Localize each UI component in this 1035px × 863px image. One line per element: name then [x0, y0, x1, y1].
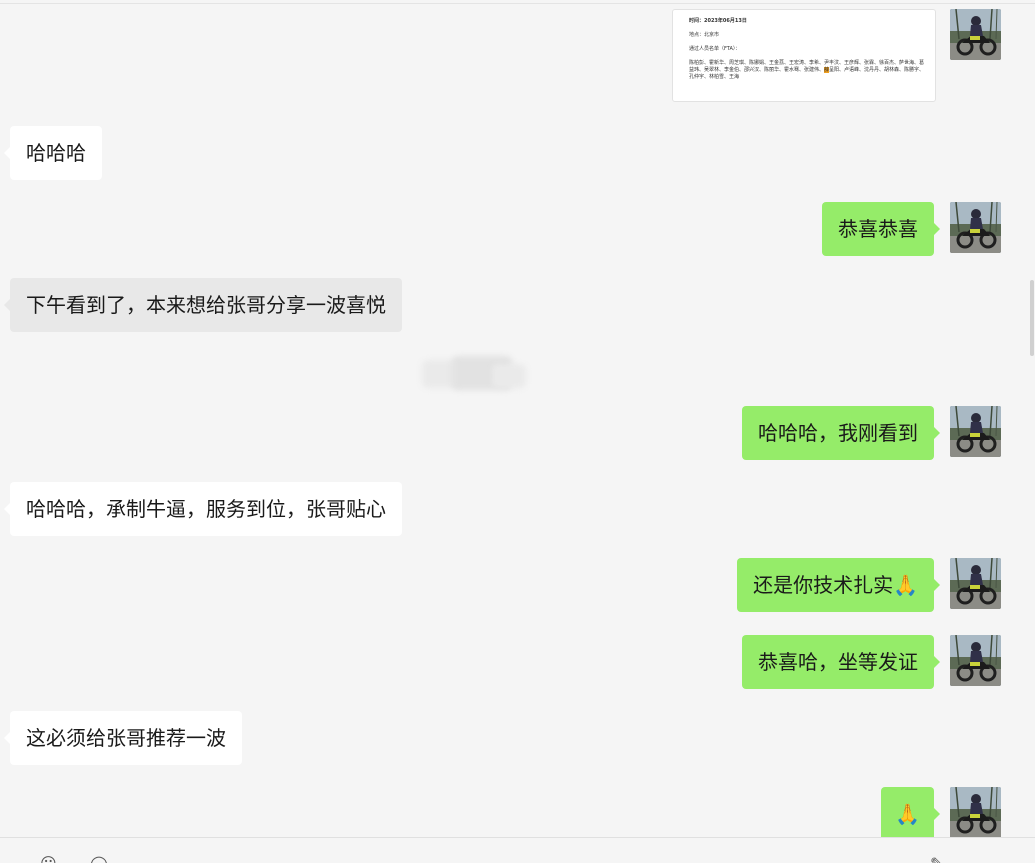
incoming-message-bubble[interactable]: 这必须给张哥推荐一波 — [4, 711, 242, 765]
redacted-blurred-message — [422, 356, 526, 392]
message-text: 恭喜恭喜 — [838, 217, 918, 241]
pray-emoji-icon: 🙏 — [893, 573, 918, 597]
self-avatar[interactable] — [950, 406, 1001, 457]
outgoing-message-bubble[interactable]: 还是你技术扎实🙏 — [737, 558, 940, 612]
doc-names: 陈柏彭、霍新华、周芝琪、陈娜娟、王金荔、王宏涛、李希、尹丰汶、王彦辉、张霖、徐百… — [689, 60, 925, 81]
message-text: 下午看到了，本来想给张哥分享一波喜悦 — [26, 293, 386, 317]
message-text: 哈哈哈，承制牛逼，服务到位，张哥贴心 — [26, 497, 386, 521]
self-avatar[interactable] — [950, 9, 1001, 60]
self-avatar[interactable] — [950, 635, 1001, 686]
message-text: 还是你技术扎实 — [753, 573, 894, 597]
outgoing-message-bubble[interactable]: 哈哈哈，我刚看到 — [742, 406, 940, 460]
doc-time-line: 时间：2023年06月13日 — [689, 18, 747, 24]
self-avatar[interactable] — [950, 558, 1001, 609]
doc-place-line: 地点：北京市 — [689, 32, 720, 38]
pray-emoji-icon: 🙏 — [895, 802, 920, 826]
outgoing-message-bubble[interactable]: 恭喜哈，坐等发证 — [742, 635, 940, 689]
message-text: 哈哈哈 — [26, 141, 86, 165]
window-top-border — [0, 0, 1035, 4]
incoming-message-bubble[interactable]: 下午看到了，本来想给张哥分享一波喜悦 — [4, 278, 402, 332]
self-avatar[interactable] — [950, 787, 1001, 838]
favorites-icon[interactable]: ◯ — [90, 856, 108, 863]
emoji-icon[interactable]: ☺ — [40, 856, 57, 863]
message-text: 哈哈哈，我刚看到 — [758, 421, 918, 445]
self-avatar[interactable] — [950, 202, 1001, 253]
incoming-message-bubble[interactable]: 哈哈哈，承制牛逼，服务到位，张哥贴心 — [4, 482, 402, 536]
message-text: 这必须给张哥推荐一波 — [26, 726, 226, 750]
pen-icon[interactable]: ✎ — [930, 856, 943, 863]
chat-scrollbar[interactable] — [1030, 280, 1034, 356]
document-image-message[interactable]: 时间：2023年06月13日 地点：北京市 通过人员名单（FTA）： 陈柏彭、霍… — [672, 9, 936, 102]
outgoing-emoji-bubble[interactable]: 🙏 — [881, 787, 940, 841]
outgoing-message-bubble[interactable]: 恭喜恭喜 — [822, 202, 940, 256]
doc-list-title: 通过人员名单（FTA）： — [689, 46, 741, 52]
input-toolbar: ☺ ◯ ✎ — [0, 837, 1035, 863]
incoming-message-bubble[interactable]: 哈哈哈 — [4, 126, 102, 180]
message-text: 恭喜哈，坐等发证 — [758, 650, 918, 674]
